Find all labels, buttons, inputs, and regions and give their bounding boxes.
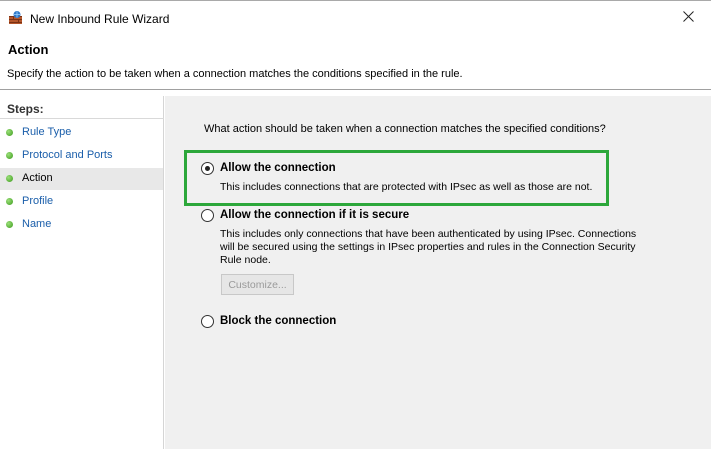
- allow-if-secure-radio[interactable]: [201, 209, 214, 222]
- sidebar-item-label: Name: [22, 218, 52, 230]
- wizard-header: Action Specify the action to be taken wh…: [0, 34, 711, 89]
- action-question: What action should be taken when a conne…: [204, 123, 606, 135]
- allow-connection-description: This includes connections that are prote…: [220, 181, 593, 193]
- allow-if-secure-description-line: This includes only connections that have…: [220, 228, 637, 240]
- step-status-icon: [6, 129, 13, 136]
- sidebar-item-label: Profile: [22, 195, 54, 207]
- step-status-icon: [6, 175, 13, 182]
- firewall-icon: [8, 10, 23, 25]
- block-connection-label[interactable]: Block the connection: [220, 315, 336, 327]
- selection-highlight-box: [184, 150, 609, 206]
- allow-if-secure-description-line: will be secured using the settings in IP…: [220, 241, 636, 253]
- sidebar-item-action[interactable]: Action: [0, 168, 163, 190]
- allow-if-secure-label[interactable]: Allow the connection if it is secure: [220, 209, 409, 221]
- header-divider-highlight: [0, 90, 711, 91]
- customize-button[interactable]: Customize...: [221, 274, 294, 295]
- title-bar: New Inbound Rule Wizard: [0, 0, 711, 34]
- window-title: New Inbound Rule Wizard: [30, 12, 170, 26]
- close-icon: [682, 10, 694, 25]
- step-status-icon: [6, 221, 13, 228]
- page-description: Specify the action to be taken when a co…: [7, 68, 463, 80]
- close-button[interactable]: [665, 2, 711, 33]
- allow-if-secure-description-line: Rule node.: [220, 254, 271, 266]
- sidebar-item-rule-type[interactable]: Rule Type: [0, 122, 163, 144]
- steps-divider: [0, 118, 164, 119]
- allow-connection-label[interactable]: Allow the connection: [220, 162, 336, 174]
- sidebar-item-profile[interactable]: Profile: [0, 191, 163, 213]
- sidebar-item-label: Protocol and Ports: [22, 149, 113, 161]
- step-status-icon: [6, 198, 13, 205]
- steps-sidebar: Steps: Rule Type Protocol and Ports Acti…: [0, 96, 164, 449]
- action-panel: What action should be taken when a conne…: [165, 96, 711, 449]
- page-title: Action: [8, 42, 49, 57]
- sidebar-item-label: Rule Type: [22, 126, 72, 138]
- sidebar-item-label: Action: [22, 172, 53, 184]
- allow-connection-radio[interactable]: [201, 162, 214, 175]
- steps-heading: Steps:: [7, 102, 44, 116]
- sidebar-item-name[interactable]: Name: [0, 214, 163, 236]
- step-status-icon: [6, 152, 13, 159]
- sidebar-item-protocol-and-ports[interactable]: Protocol and Ports: [0, 145, 163, 167]
- block-connection-radio[interactable]: [201, 315, 214, 328]
